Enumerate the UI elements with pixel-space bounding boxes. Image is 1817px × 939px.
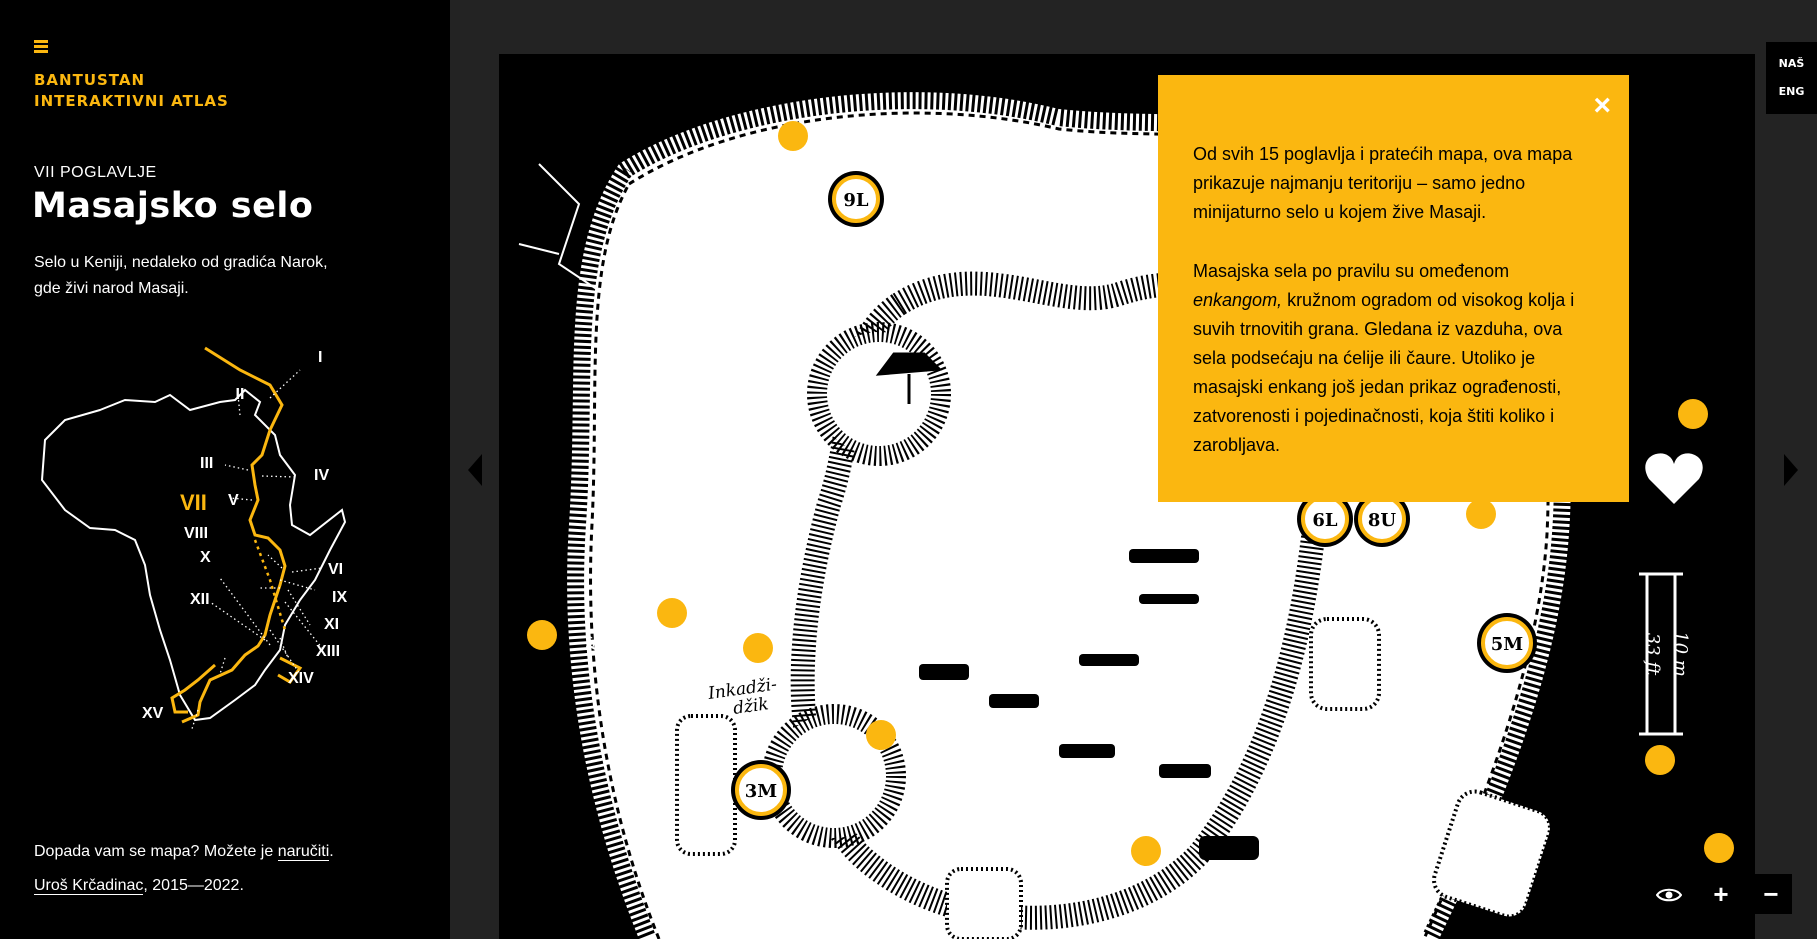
scale-label-feet: 33 ft bbox=[1642, 633, 1663, 676]
africa-minimap[interactable]: I II III IV V VI VII VIII IX X XI XII XI… bbox=[30, 340, 370, 730]
hut bbox=[675, 714, 737, 856]
map-label-XI: XI bbox=[324, 616, 339, 633]
map-label-X: X bbox=[200, 549, 211, 566]
small-pen bbox=[807, 322, 951, 466]
marker-3M-label: 3M bbox=[745, 781, 778, 802]
popup-paragraph-1: Od svih 15 poglavlja i pratećih mapa, ov… bbox=[1193, 144, 1573, 222]
map-label-II: II bbox=[236, 386, 245, 403]
lang-option-eng[interactable]: ENG bbox=[1766, 78, 1817, 106]
credits-years: , 2015—2022. bbox=[143, 877, 244, 894]
order-suffix: . bbox=[329, 843, 334, 860]
sidebar: BANTUSTAN INTERAKTIVNI ATLAS VII POGLAVL… bbox=[0, 0, 450, 939]
map-label-VII: VII bbox=[180, 490, 207, 515]
menu-icon[interactable] bbox=[34, 40, 48, 54]
popup-p2-after: kružnom ogradom od visokog kolja i suvih… bbox=[1193, 290, 1575, 455]
description: Selo u Keniji, nedaleko od gradića Narok… bbox=[34, 254, 328, 297]
map-label-IX: IX bbox=[332, 589, 347, 606]
brand-line2: INTERAKTIVNI ATLAS bbox=[34, 92, 229, 110]
order-line: Dopada vam se mapa? Možete je naručiti. bbox=[34, 843, 334, 861]
close-icon[interactable]: × bbox=[1593, 89, 1611, 123]
map-label-XIII: XIII bbox=[316, 643, 340, 660]
info-popup: × Od svih 15 poglavlja i pratećih mapa, … bbox=[1158, 75, 1629, 502]
brand-line1: BANTUSTAN bbox=[34, 71, 146, 89]
map-label-IV: IV bbox=[314, 467, 329, 484]
map-label-XII: XII bbox=[190, 591, 210, 608]
language-switcher: NAŠ ENG bbox=[1766, 42, 1817, 114]
map-label-III: III bbox=[200, 455, 213, 472]
map-label-V: V bbox=[228, 492, 239, 509]
marker-5M[interactable]: 5M bbox=[1477, 613, 1537, 673]
marker-3M[interactable]: 3M bbox=[731, 760, 791, 820]
chapter-label: VII POGLAVLJE bbox=[34, 164, 157, 181]
hut bbox=[945, 867, 1023, 939]
heart-symbol bbox=[1645, 453, 1703, 504]
marker-5M-label: 5M bbox=[1491, 634, 1524, 655]
map-label-VIII: VIII bbox=[184, 525, 208, 542]
author-link[interactable]: Uroš Krčadinac bbox=[34, 877, 144, 895]
scale-label-meters: 10 m bbox=[1670, 631, 1691, 677]
marker-8U-label: 8U bbox=[1368, 510, 1397, 531]
page-title: Masajsko selo bbox=[32, 186, 314, 226]
zoom-out-button[interactable]: − bbox=[1750, 874, 1792, 914]
marker-9L-label: 9L bbox=[843, 190, 869, 211]
hut bbox=[1309, 617, 1381, 711]
map-label-VI: VI bbox=[328, 561, 343, 578]
popup-p2-before: Masajska sela po pravilu su omeđenom bbox=[1193, 261, 1510, 281]
map-label-I: I bbox=[318, 349, 322, 366]
map-label-XIV: XIV bbox=[288, 670, 314, 687]
marker-9L[interactable]: 9L bbox=[828, 171, 884, 227]
marker-6L-label: 6L bbox=[1312, 510, 1338, 531]
order-link[interactable]: naručiti bbox=[277, 843, 330, 861]
zoom-in-button[interactable]: + bbox=[1700, 874, 1742, 914]
popup-p2-italic: enkangom, bbox=[1193, 290, 1283, 310]
popup-paragraph-2: Masajska sela po pravilu su omeđenom enk… bbox=[1193, 257, 1593, 460]
prev-arrow-icon[interactable] bbox=[468, 454, 482, 486]
credits-line: Uroš Krčadinac, 2015—2022. bbox=[34, 877, 244, 895]
next-arrow-icon[interactable] bbox=[1784, 454, 1798, 486]
order-prefix: Dopada vam se mapa? Možete je bbox=[34, 843, 278, 860]
lang-option-nas[interactable]: NAŠ bbox=[1766, 50, 1817, 78]
brand-logo[interactable]: BANTUSTAN INTERAKTIVNI ATLAS bbox=[34, 70, 229, 112]
visibility-button[interactable] bbox=[1648, 874, 1690, 914]
map-label-XV: XV bbox=[142, 705, 164, 722]
eye-icon bbox=[1655, 888, 1683, 902]
